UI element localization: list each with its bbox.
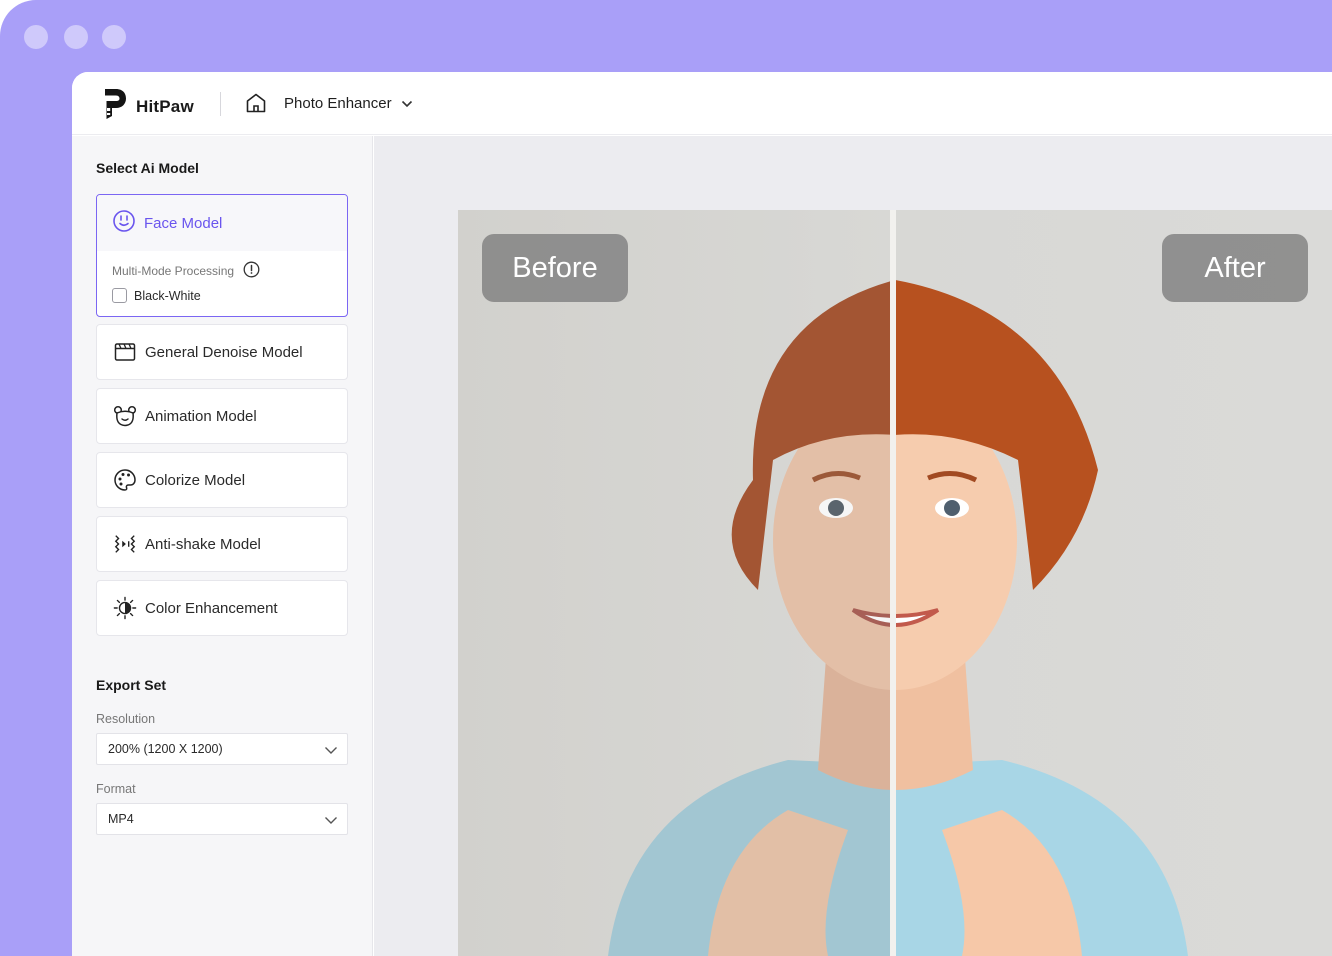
face-model-header[interactable]: Face Model: [97, 195, 347, 251]
format-label: Format: [96, 782, 136, 796]
palette-icon: [113, 468, 137, 492]
model-label: Animation Model: [145, 407, 257, 425]
logo[interactable]: HitPaw: [103, 88, 194, 125]
model-label: Color Enhancement: [145, 599, 278, 617]
before-image: [458, 210, 890, 956]
resolution-label: Resolution: [96, 712, 156, 726]
format-value: MP4: [108, 812, 134, 826]
window-dot-2[interactable]: [64, 25, 88, 49]
preview-canvas: Before After: [374, 136, 1332, 956]
chevron-down-icon: [324, 813, 338, 830]
model-card-animation[interactable]: Animation Model: [96, 388, 348, 444]
chevron-down-icon: [401, 95, 413, 112]
header-separator: [220, 92, 221, 116]
resolution-select[interactable]: 200% (1200 X 1200): [96, 733, 348, 765]
model-label: General Denoise Model: [145, 343, 303, 361]
film-icon: [113, 340, 137, 364]
compare-divider[interactable]: [890, 210, 896, 956]
model-label: Colorize Model: [145, 471, 246, 489]
format-select[interactable]: MP4: [96, 803, 348, 835]
info-icon[interactable]: [243, 261, 260, 281]
model-card-anti-shake[interactable]: Anti-shake Model: [96, 516, 348, 572]
comparison-photo: Before After: [458, 210, 1332, 956]
product-switcher[interactable]: Photo Enhancer: [284, 95, 413, 112]
model-card-face[interactable]: Face Model Multi-Mode Processing Black-W…: [96, 194, 348, 317]
hitpaw-logo-icon: [103, 88, 127, 125]
window-dot-3[interactable]: [102, 25, 126, 49]
app-window: HitPaw Photo Enhancer Select Ai Model Fa…: [72, 72, 1332, 956]
black-white-label: Black-White: [134, 288, 201, 303]
bear-icon: [113, 404, 137, 428]
home-icon[interactable]: [245, 92, 267, 119]
after-badge: After: [1162, 234, 1308, 302]
model-card-color-enhancement[interactable]: Color Enhancement: [96, 580, 348, 636]
brightness-icon: [113, 596, 137, 620]
model-card-general-denoise[interactable]: General Denoise Model: [96, 324, 348, 380]
after-image: [896, 210, 1332, 956]
export-section-title: Export Set: [96, 677, 167, 693]
face-icon: [112, 209, 136, 238]
multi-mode-row: Multi-Mode Processing: [112, 261, 260, 281]
black-white-option[interactable]: Black-White: [112, 288, 201, 303]
chevron-down-icon: [324, 743, 338, 760]
anti-shake-icon: [113, 532, 137, 556]
black-white-checkbox[interactable]: [112, 288, 127, 303]
logo-text: HitPaw: [136, 96, 194, 116]
sidebar: Select Ai Model Face Model Multi-Mode Pr…: [72, 136, 373, 956]
window-dot-1[interactable]: [24, 25, 48, 49]
resolution-value: 200% (1200 X 1200): [108, 742, 223, 756]
model-section-title: Select Ai Model: [96, 160, 199, 176]
model-card-colorize[interactable]: Colorize Model: [96, 452, 348, 508]
multi-mode-label: Multi-Mode Processing: [112, 264, 235, 278]
header: HitPaw Photo Enhancer: [72, 72, 1332, 135]
face-model-label: Face Model: [144, 214, 223, 232]
product-title: Photo Enhancer: [284, 95, 392, 112]
model-label: Anti-shake Model: [145, 535, 261, 553]
before-badge: Before: [482, 234, 628, 302]
